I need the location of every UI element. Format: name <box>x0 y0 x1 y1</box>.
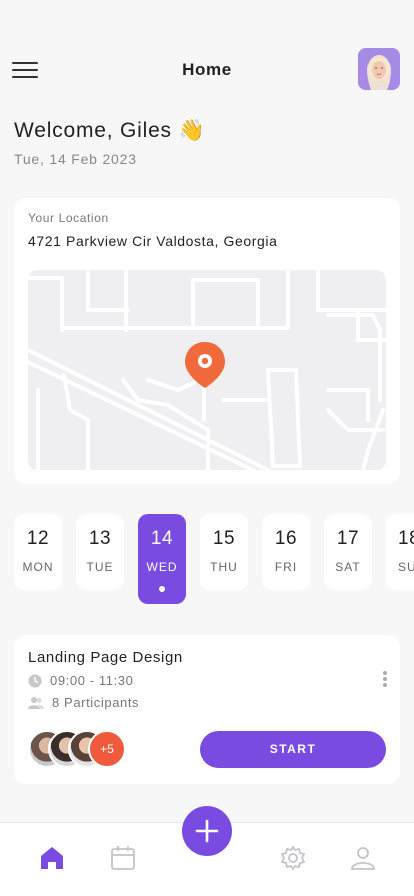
selected-dot <box>159 586 165 592</box>
task-participants-row: 8 Participants <box>28 695 139 710</box>
task-time-row: 09:00 - 11:30 <box>28 673 133 688</box>
top-header: Home <box>0 44 414 94</box>
add-button[interactable] <box>182 806 232 856</box>
day-name: FRI <box>274 560 298 574</box>
day-item-wed[interactable]: 14 WED <box>138 514 186 604</box>
day-item-thu[interactable]: 15 THU <box>200 514 248 590</box>
day-number: 18 <box>398 528 414 549</box>
day-number: 17 <box>336 528 360 549</box>
task-card[interactable]: Landing Page Design 09:00 - 11:30 8 Part… <box>14 635 400 784</box>
profile-icon[interactable] <box>350 845 376 871</box>
day-name: SUN <box>398 560 414 574</box>
start-button[interactable]: START <box>200 731 386 768</box>
day-item-mon[interactable]: 12 MON <box>14 514 62 590</box>
day-number: 15 <box>212 528 236 549</box>
day-name: THU <box>210 560 238 574</box>
calendar-icon[interactable] <box>110 845 136 871</box>
date-selector: 12 MON 13 TUE 14 WED 15 THU 16 FRI 17 SA… <box>14 514 414 604</box>
day-name: WED <box>146 560 178 574</box>
location-label: Your Location <box>28 211 109 225</box>
welcome-greeting: Welcome, Giles 👋 <box>14 119 206 142</box>
day-number: 14 <box>150 528 174 549</box>
task-time: 09:00 - 11:30 <box>50 673 134 688</box>
clock-icon <box>28 674 42 687</box>
location-card: Your Location 4721 Parkview Cir Valdosta… <box>14 198 400 484</box>
day-item-fri[interactable]: 16 FRI <box>262 514 310 590</box>
task-participants: 8 Participants <box>52 695 140 710</box>
day-number: 12 <box>26 528 50 549</box>
day-name: MON <box>22 560 54 574</box>
profile-avatar[interactable] <box>358 48 400 90</box>
more-participants-badge: +5 <box>88 730 126 768</box>
day-name: SAT <box>335 560 361 574</box>
more-options-icon[interactable] <box>380 669 390 691</box>
people-icon <box>28 696 44 709</box>
day-item-sat[interactable]: 17 SAT <box>324 514 372 590</box>
day-name: TUE <box>86 560 114 574</box>
day-item-sun[interactable]: 18 SUN <box>386 514 414 590</box>
page-title: Home <box>182 60 232 79</box>
settings-icon[interactable] <box>280 845 306 871</box>
current-date: Tue, 14 Feb 2023 <box>14 151 137 167</box>
participant-avatars[interactable]: +5 <box>28 730 138 770</box>
home-screen: Home Welcome, Giles 👋 Tue, 14 Feb 2023 Y… <box>0 0 414 896</box>
day-item-tue[interactable]: 13 TUE <box>76 514 124 590</box>
day-number: 13 <box>88 528 112 549</box>
location-address: 4721 Parkview Cir Valdosta, Georgia <box>28 233 278 249</box>
location-map[interactable] <box>28 270 386 470</box>
plus-icon <box>195 819 219 843</box>
home-icon[interactable] <box>39 845 65 871</box>
day-number: 16 <box>274 528 298 549</box>
task-title: Landing Page Design <box>28 649 183 666</box>
